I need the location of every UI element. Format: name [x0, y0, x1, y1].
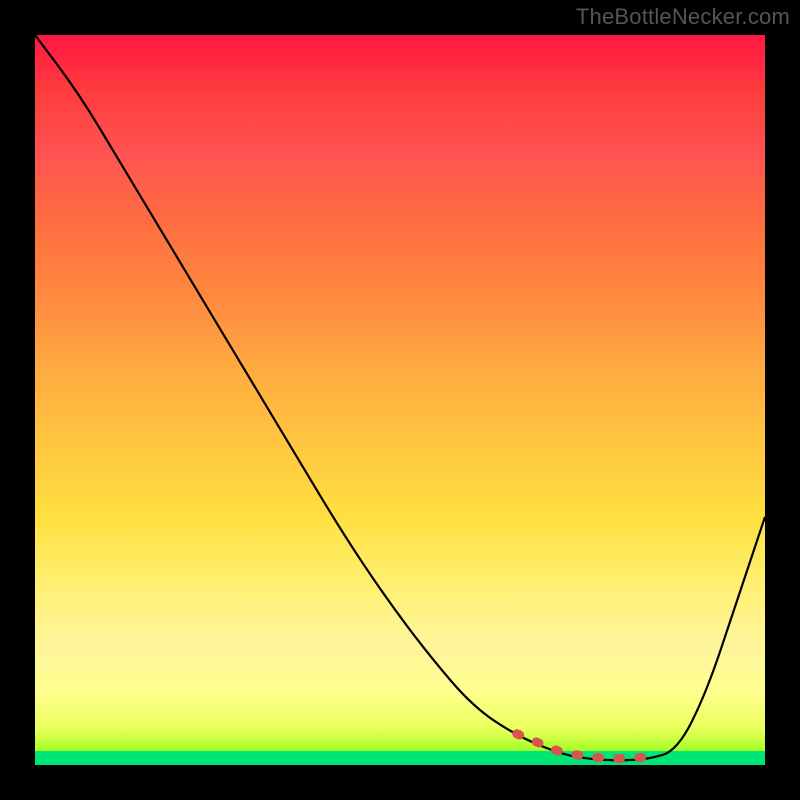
- chart-frame: TheBottleNecker.com: [0, 0, 800, 800]
- plot-area: [35, 35, 765, 765]
- optimal-range-marker: [517, 734, 648, 759]
- bottleneck-curve: [35, 35, 765, 760]
- curve-layer: [35, 35, 765, 765]
- watermark-text: TheBottleNecker.com: [576, 4, 790, 30]
